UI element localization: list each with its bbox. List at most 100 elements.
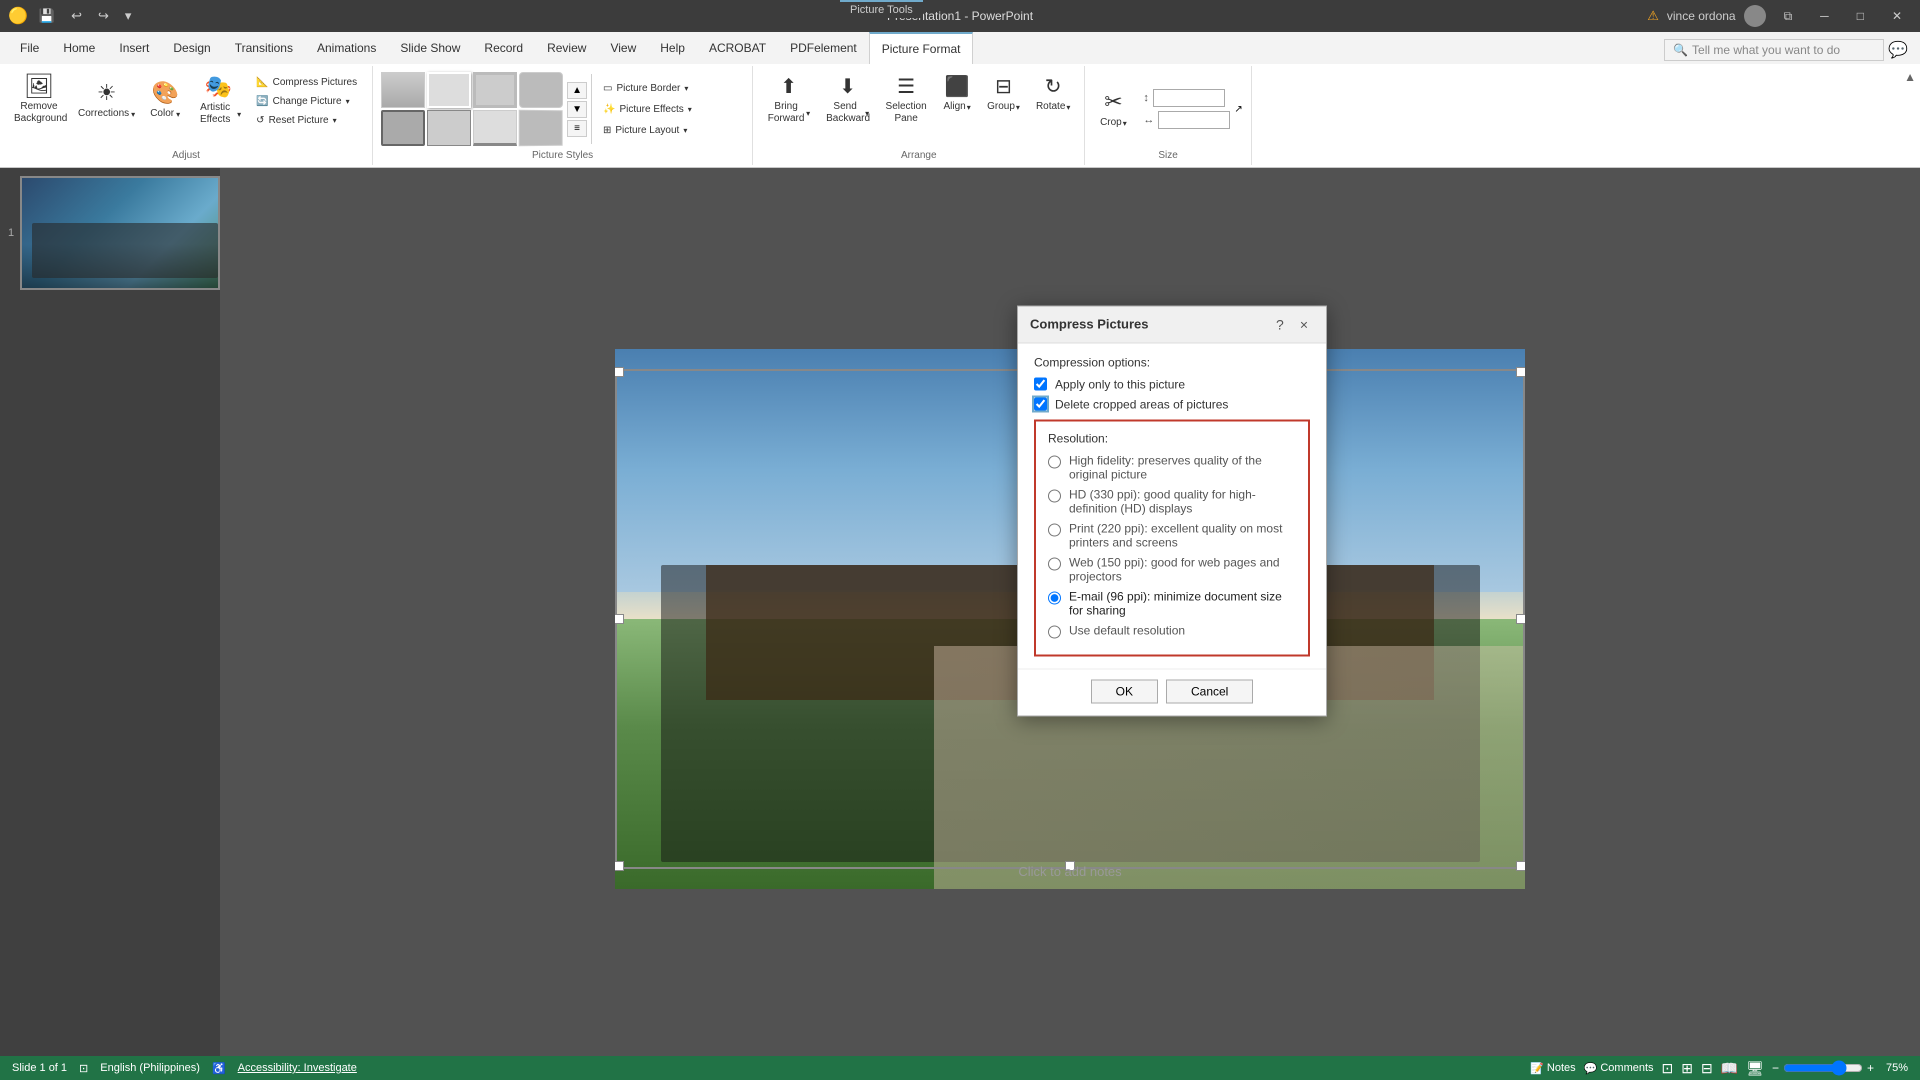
artistic-effects-btn[interactable]: 🎭 Artistic Effects ▾: [189, 70, 247, 130]
tab-record[interactable]: Record: [472, 32, 535, 64]
radio-email96-input[interactable]: [1048, 591, 1061, 604]
styles-scroll-down[interactable]: ▼: [567, 101, 587, 118]
comments-ribbon-btn[interactable]: 💬: [1884, 36, 1912, 64]
rotate-btn[interactable]: ↻ Rotate ▾: [1030, 70, 1076, 117]
style-3[interactable]: [473, 72, 517, 108]
zoom-in-btn[interactable]: +: [1867, 1061, 1874, 1075]
corrections-btn[interactable]: ☀ Corrections ▾: [72, 70, 141, 130]
dialog-help-btn[interactable]: ?: [1270, 314, 1290, 334]
radio-web150-input[interactable]: [1048, 557, 1061, 570]
tell-me-box[interactable]: 🔍 Tell me what you want to do: [1664, 39, 1884, 61]
slide-thumb-1[interactable]: [20, 176, 220, 290]
crop-btn[interactable]: ✂ Crop ▾: [1093, 79, 1133, 139]
selection-pane-btn[interactable]: ☰ Selection Pane: [879, 70, 933, 129]
tab-insert[interactable]: Insert: [107, 32, 161, 64]
tab-view[interactable]: View: [598, 32, 648, 64]
radio-hd330-input[interactable]: [1048, 489, 1061, 502]
ribbon-collapse-btn[interactable]: ▲: [1904, 70, 1916, 84]
compress-pictures-btn[interactable]: 📐 Compress Pictures: [249, 74, 364, 91]
width-input[interactable]: 33.87 cm: [1158, 111, 1230, 129]
remove-background-btn[interactable]: 🖼 Remove Background: [8, 70, 70, 130]
tab-home[interactable]: Home: [51, 32, 107, 64]
delete-cropped-checkbox[interactable]: [1034, 398, 1047, 411]
picture-layout-btn[interactable]: ⊞ Picture Layout ▾: [596, 122, 699, 139]
tab-acrobat[interactable]: ACROBAT: [697, 32, 778, 64]
notes-btn[interactable]: 📝 Notes: [1530, 1062, 1575, 1075]
radio-default[interactable]: Use default resolution: [1048, 623, 1296, 638]
fit-slide-icon[interactable]: ⊡: [79, 1062, 88, 1075]
view-normal-btn[interactable]: ⊡: [1662, 1060, 1674, 1077]
redo-qat-btn[interactable]: ↪: [93, 6, 114, 26]
tab-design[interactable]: Design: [161, 32, 222, 64]
maximize-btn[interactable]: □: [1847, 5, 1874, 27]
zoom-level[interactable]: 75%: [1878, 1062, 1908, 1074]
style-7[interactable]: [473, 110, 517, 146]
reset-picture-btn[interactable]: ↺ Reset Picture ▾: [249, 112, 364, 129]
view-reading-btn[interactable]: 📖: [1721, 1060, 1738, 1077]
view-outline-btn[interactable]: ⊞: [1681, 1060, 1693, 1077]
ok-btn[interactable]: OK: [1091, 679, 1158, 703]
handle-bottom-left[interactable]: [615, 861, 624, 871]
radio-print220-input[interactable]: [1048, 523, 1061, 536]
comments-btn[interactable]: 💬 Comments: [1584, 1062, 1654, 1075]
handle-top-right[interactable]: [1516, 367, 1525, 377]
change-picture-btn[interactable]: 🔄 Change Picture ▾: [249, 93, 364, 110]
radio-web150[interactable]: Web (150 ppi): good for web pages and pr…: [1048, 555, 1296, 583]
style-4[interactable]: [519, 72, 563, 108]
group-btn[interactable]: ⊟ Group ▾: [981, 70, 1026, 117]
picture-effects-btn[interactable]: ✨ Picture Effects ▾: [596, 101, 699, 118]
tab-slideshow[interactable]: Slide Show: [388, 32, 472, 64]
dialog-close-btn[interactable]: ×: [1294, 314, 1314, 334]
tab-transitions[interactable]: Transitions: [223, 32, 305, 64]
handle-top-left[interactable]: [615, 367, 624, 377]
tab-help[interactable]: Help: [648, 32, 697, 64]
radio-print220[interactable]: Print (220 ppi): excellent quality on mo…: [1048, 521, 1296, 549]
radio-default-input[interactable]: [1048, 625, 1061, 638]
height-input[interactable]: 19.05 cm: [1153, 89, 1225, 107]
accessibility-label[interactable]: Accessibility: Investigate: [238, 1062, 357, 1074]
size-expand-btn[interactable]: ↗: [1234, 104, 1242, 115]
send-backward-btn[interactable]: ⬇ Send Backward ▾: [820, 70, 875, 129]
tab-file[interactable]: File: [8, 32, 51, 64]
user-avatar[interactable]: [1744, 5, 1766, 27]
style-2[interactable]: [427, 72, 471, 108]
styles-scroll-up[interactable]: ▲: [567, 82, 587, 99]
delete-cropped-checkbox-row[interactable]: Delete cropped areas of pictures: [1034, 397, 1310, 411]
handle-bottom-right[interactable]: [1516, 861, 1525, 871]
undo-qat-btn[interactable]: ↩: [66, 6, 87, 26]
style-5[interactable]: [381, 110, 425, 146]
click-to-add-notes[interactable]: Click to add notes: [1018, 864, 1121, 879]
bring-forward-btn[interactable]: ⬆ Bring Forward ▾: [761, 70, 816, 129]
dialog-title: Compress Pictures: [1030, 317, 1149, 332]
align-btn[interactable]: ⬛ Align ▾: [937, 70, 977, 117]
restore-btn[interactable]: ⧉: [1774, 5, 1803, 28]
view-presenter-btn[interactable]: 🖥: [1746, 1060, 1764, 1077]
styles-more[interactable]: ≡: [567, 120, 587, 137]
slide-info: Slide 1 of 1: [12, 1062, 67, 1074]
handle-mid-left[interactable]: [615, 614, 624, 624]
cancel-btn[interactable]: Cancel: [1166, 679, 1253, 703]
radio-high-fidelity-input[interactable]: [1048, 455, 1061, 468]
radio-high-fidelity[interactable]: High fidelity: preserves quality of the …: [1048, 453, 1296, 481]
color-btn[interactable]: 🎨 Color ▾: [143, 70, 187, 130]
close-btn[interactable]: ✕: [1882, 5, 1912, 27]
picture-border-btn[interactable]: ▭ Picture Border ▾: [596, 80, 699, 97]
zoom-out-btn[interactable]: −: [1772, 1061, 1779, 1075]
style-6[interactable]: [427, 110, 471, 146]
apply-only-checkbox[interactable]: [1034, 378, 1047, 391]
radio-hd330[interactable]: HD (330 ppi): good quality for high-defi…: [1048, 487, 1296, 515]
style-8[interactable]: [519, 110, 563, 147]
tab-picture-format[interactable]: Picture Format: [869, 32, 974, 64]
customize-qat-btn[interactable]: ▾: [120, 6, 137, 26]
zoom-slider[interactable]: [1783, 1060, 1863, 1076]
apply-only-checkbox-row[interactable]: Apply only to this picture: [1034, 377, 1310, 391]
tab-pdfelement[interactable]: PDFelement: [778, 32, 869, 64]
tab-review[interactable]: Review: [535, 32, 598, 64]
view-sorter-btn[interactable]: ⊟: [1701, 1060, 1713, 1077]
minimize-btn[interactable]: ─: [1810, 5, 1839, 27]
save-qat-btn[interactable]: 💾: [34, 6, 60, 26]
radio-email96[interactable]: E-mail (96 ppi): minimize document size …: [1048, 589, 1296, 617]
style-1[interactable]: [381, 72, 425, 108]
handle-mid-right[interactable]: [1516, 614, 1525, 624]
tab-animations[interactable]: Animations: [305, 32, 388, 64]
